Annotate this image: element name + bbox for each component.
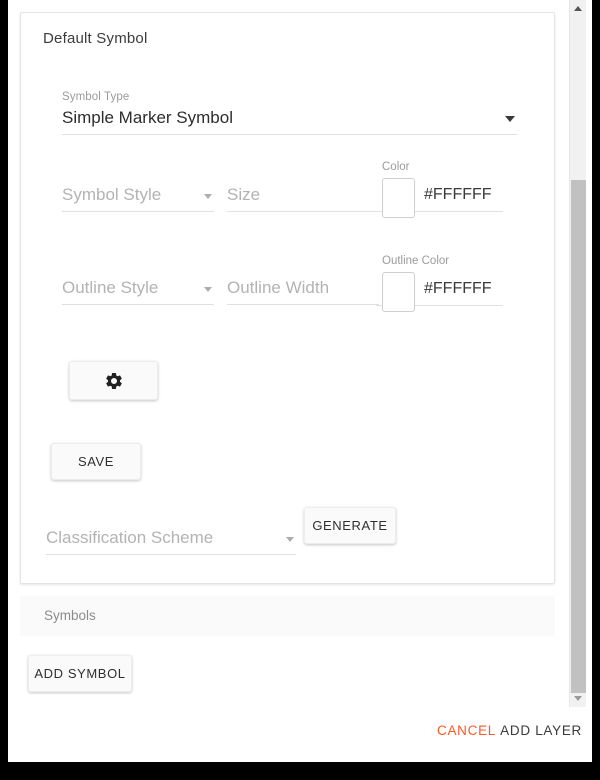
scrollbar-up-button[interactable] bbox=[570, 0, 586, 17]
save-button[interactable]: SAVE bbox=[51, 443, 141, 480]
outline-width-underline bbox=[227, 304, 379, 305]
symbol-type-underline bbox=[62, 134, 517, 135]
classification-scheme-underline bbox=[46, 554, 296, 555]
scrollbar-thumb[interactable] bbox=[571, 180, 586, 693]
symbol-type-label: Symbol Type bbox=[62, 91, 130, 103]
symbols-section-title: Symbols bbox=[44, 608, 96, 623]
color-value: #FFFFFF bbox=[424, 186, 492, 203]
add-layer-dialog: Default Symbol Symbol Type Simple Marker… bbox=[8, 0, 592, 762]
symbol-settings-button[interactable] bbox=[69, 361, 158, 400]
window-frame: Default Symbol Symbol Type Simple Marker… bbox=[0, 0, 600, 780]
generate-button-label: GENERATE bbox=[312, 518, 388, 533]
add-layer-button[interactable]: ADD LAYER bbox=[500, 723, 582, 738]
symbol-style-placeholder: Symbol Style bbox=[62, 185, 162, 204]
vertical-scrollbar[interactable] bbox=[569, 0, 586, 707]
size-input[interactable]: Size bbox=[227, 176, 379, 212]
outline-color-swatch[interactable] bbox=[382, 272, 415, 312]
outline-style-underline bbox=[62, 304, 214, 305]
symbol-type-value: Simple Marker Symbol bbox=[62, 108, 233, 127]
outline-width-placeholder: Outline Width bbox=[227, 278, 330, 297]
add-symbol-button-label: ADD SYMBOL bbox=[34, 666, 126, 681]
chevron-down-icon bbox=[204, 194, 212, 199]
outline-style-placeholder: Outline Style bbox=[62, 278, 159, 297]
color-field[interactable]: Color #FFFFFF bbox=[376, 161, 503, 218]
outline-style-select[interactable]: Outline Style bbox=[62, 269, 214, 305]
add-symbol-button[interactable]: ADD SYMBOL bbox=[28, 655, 132, 692]
color-swatch[interactable] bbox=[382, 178, 415, 218]
save-button-label: SAVE bbox=[77, 454, 115, 469]
default-symbol-card: Default Symbol Symbol Type Simple Marker… bbox=[20, 12, 555, 584]
symbol-style-underline bbox=[62, 211, 214, 212]
triangle-up-icon bbox=[574, 6, 582, 11]
symbol-type-select[interactable]: Symbol Type Simple Marker Symbol bbox=[62, 91, 517, 135]
chevron-down-icon bbox=[204, 287, 212, 292]
card-title: Default Symbol bbox=[43, 30, 148, 47]
symbols-section-header: Symbols bbox=[20, 596, 555, 636]
classification-scheme-select[interactable]: Classification Scheme bbox=[46, 519, 296, 555]
classification-scheme-placeholder: Classification Scheme bbox=[46, 528, 214, 547]
dialog-footer: CANCEL ADD LAYER bbox=[8, 707, 592, 762]
size-placeholder: Size bbox=[227, 185, 261, 204]
cancel-button[interactable]: CANCEL bbox=[437, 723, 496, 738]
outline-color-label: Outline Color bbox=[382, 255, 450, 267]
chevron-down-icon bbox=[505, 116, 515, 122]
generate-button[interactable]: GENERATE bbox=[304, 507, 396, 544]
dialog-scroll-region: Default Symbol Symbol Type Simple Marker… bbox=[8, 0, 592, 707]
triangle-down-icon bbox=[574, 696, 582, 701]
dialog-content: Default Symbol Symbol Type Simple Marker… bbox=[8, 0, 569, 707]
outline-color-value: #FFFFFF bbox=[424, 280, 492, 297]
gear-icon bbox=[104, 371, 124, 391]
size-underline bbox=[227, 211, 379, 212]
symbol-style-select[interactable]: Symbol Style bbox=[62, 176, 214, 212]
chevron-down-icon bbox=[286, 537, 294, 542]
color-label: Color bbox=[382, 161, 410, 173]
outline-width-input[interactable]: Outline Width bbox=[227, 269, 379, 305]
outline-color-field[interactable]: Outline Color #FFFFFF bbox=[376, 255, 503, 312]
scrollbar-down-button[interactable] bbox=[570, 690, 586, 707]
